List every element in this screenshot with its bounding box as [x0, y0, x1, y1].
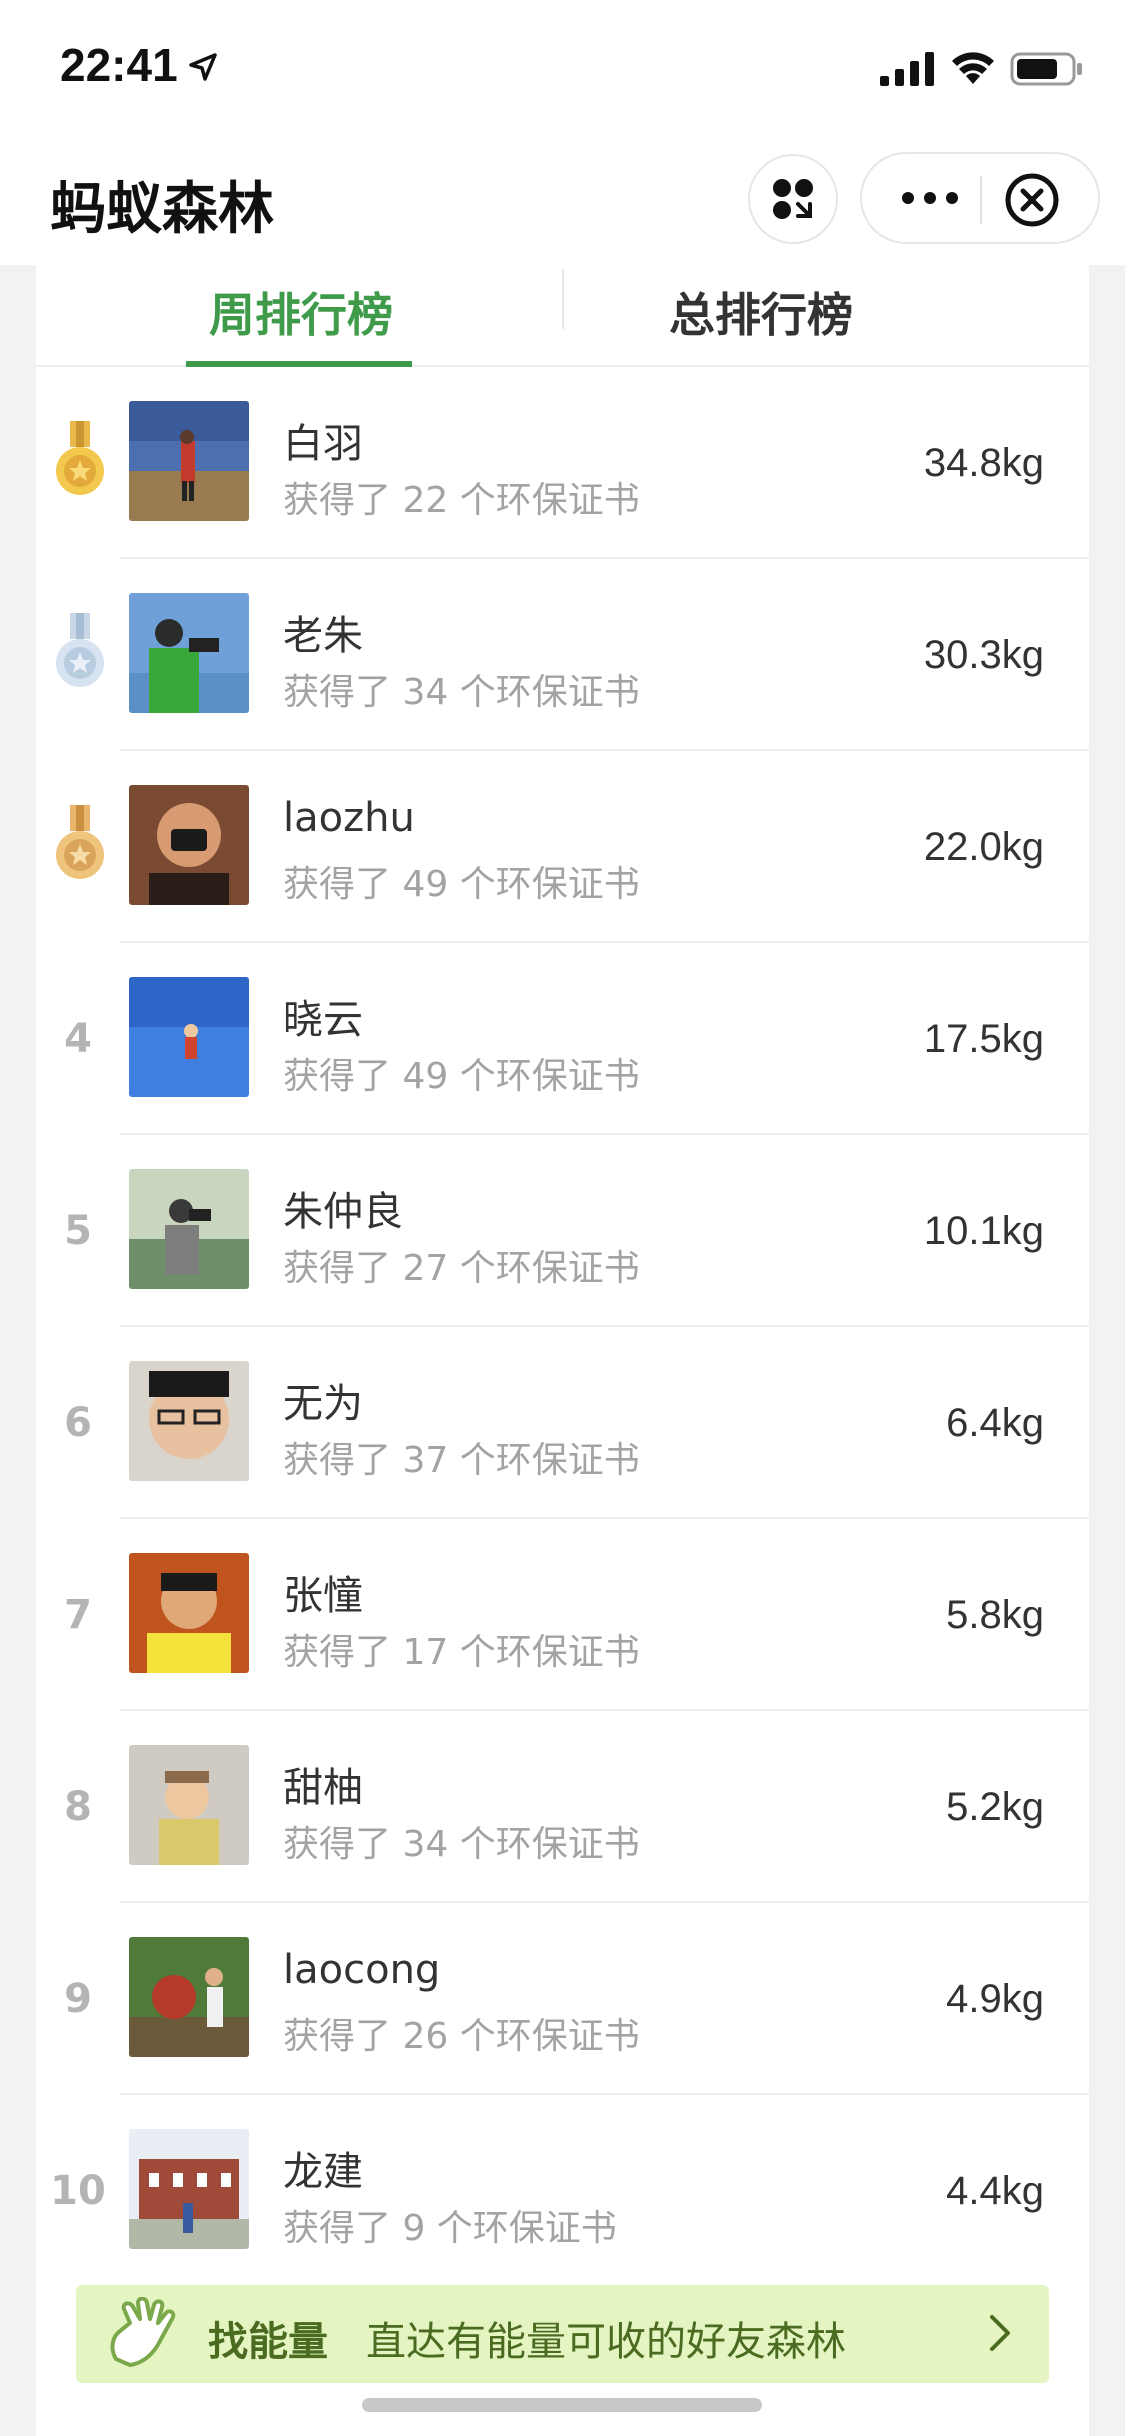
- friend-name: 张憧: [283, 1573, 363, 1619]
- friend-name: 老朱: [283, 613, 363, 659]
- friend-name: 龙建: [283, 2149, 363, 2195]
- certificate-count: 获得了 49 个环保证书: [283, 864, 640, 905]
- capsule-divider: [980, 176, 982, 224]
- certificate-count: 获得了 9 个环保证书: [283, 2208, 617, 2249]
- certificate-count: 获得了 34 个环保证书: [283, 672, 640, 713]
- certificate-count: 获得了 34 个环保证书: [283, 1824, 640, 1865]
- tab-bar: 周排行榜 总排行榜: [36, 265, 1089, 367]
- avatar: [129, 2129, 249, 2249]
- tab-total-ranking[interactable]: 总排行榜: [596, 265, 926, 365]
- wifi-icon: [952, 52, 994, 84]
- energy-weight: 30.3kg: [923, 633, 1044, 677]
- ranking-list: 白羽 获得了 22 个环保证书 34.8kg 老朱 获得了 34 个环保证书 3…: [36, 367, 1089, 2287]
- home-indicator[interactable]: [362, 2398, 762, 2412]
- energy-weight: 4.9kg: [946, 1977, 1044, 2021]
- energy-weight: 5.2kg: [946, 1785, 1044, 1829]
- rank-number: 7: [64, 1592, 92, 1638]
- signal-icon: [880, 52, 934, 86]
- energy-weight: 22.0kg: [923, 825, 1044, 869]
- find-energy-banner[interactable]: 找能量 直达有能量可收的好友森林: [76, 2285, 1049, 2383]
- rank-number: 10: [50, 2168, 106, 2214]
- friend-name: 无为: [283, 1381, 363, 1427]
- certificate-count: 获得了 37 个环保证书: [283, 1440, 640, 1481]
- rank-number: 8: [64, 1784, 92, 1830]
- energy-weight: 10.1kg: [923, 1209, 1044, 1253]
- hand-icon: [110, 2297, 176, 2367]
- close-icon[interactable]: [1004, 172, 1060, 228]
- silver-medal-icon: [56, 613, 104, 687]
- tab-divider: [562, 269, 564, 329]
- share-icon: [773, 179, 813, 219]
- energy-weight: 17.5kg: [923, 1017, 1044, 1061]
- avatar: [129, 1745, 249, 1865]
- share-button[interactable]: [748, 154, 838, 244]
- avatar: [129, 593, 249, 713]
- avatar: [129, 401, 249, 521]
- ranking-row[interactable]: 4 晓云 获得了 49 个环保证书 17.5kg: [36, 943, 1089, 1135]
- certificate-count: 获得了 27 个环保证书: [283, 1248, 640, 1289]
- avatar: [129, 1553, 249, 1673]
- banner-title: 找能量: [208, 2319, 328, 2365]
- rank-number: 6: [64, 1400, 92, 1446]
- nav-bar: 蚂蚁森林: [0, 140, 1125, 265]
- ranking-row[interactable]: 老朱 获得了 34 个环保证书 30.3kg: [36, 559, 1089, 751]
- energy-weight: 6.4kg: [946, 1401, 1044, 1445]
- page-title: 蚂蚁森林: [50, 177, 274, 242]
- ranking-card: 周排行榜 总排行榜 白羽 获得了 22 个环保证书 34.8kg 老朱 获得了 …: [36, 265, 1089, 2436]
- rank-number: 9: [64, 1976, 92, 2022]
- certificate-count: 获得了 26 个环保证书: [283, 2016, 640, 2057]
- rank-number: 4: [64, 1016, 92, 1062]
- battery-icon: [1010, 52, 1082, 86]
- chevron-right-icon: [990, 2315, 1010, 2351]
- avatar: [129, 1361, 249, 1481]
- friend-name: laozhu: [283, 795, 415, 841]
- location-arrow-icon: [189, 53, 217, 81]
- capsule-menu: [860, 152, 1100, 244]
- certificate-count: 获得了 22 个环保证书: [283, 480, 640, 521]
- friend-name: 晓云: [283, 997, 363, 1043]
- certificate-count: 获得了 49 个环保证书: [283, 1056, 640, 1097]
- ranking-row[interactable]: 10 龙建 获得了 9 个环保证书 4.4kg: [36, 2095, 1089, 2287]
- friend-name: laocong: [283, 1947, 441, 1993]
- banner-description: 直达有能量可收的好友森林: [366, 2319, 846, 2365]
- avatar: [129, 785, 249, 905]
- ranking-row[interactable]: laozhu 获得了 49 个环保证书 22.0kg: [36, 751, 1089, 943]
- more-icon[interactable]: [900, 190, 960, 206]
- ranking-row[interactable]: 8 甜柚 获得了 34 个环保证书 5.2kg: [36, 1711, 1089, 1903]
- ranking-row[interactable]: 白羽 获得了 22 个环保证书 34.8kg: [36, 367, 1089, 559]
- rank-number: 5: [64, 1208, 92, 1254]
- energy-weight: 5.8kg: [946, 1593, 1044, 1637]
- friend-name: 甜柚: [283, 1765, 363, 1811]
- status-time: 22:41: [60, 39, 178, 91]
- ranking-row[interactable]: 5 朱仲良 获得了 27 个环保证书 10.1kg: [36, 1135, 1089, 1327]
- avatar: [129, 1169, 249, 1289]
- energy-weight: 4.4kg: [946, 2169, 1044, 2213]
- ranking-row[interactable]: 7 张憧 获得了 17 个环保证书 5.8kg: [36, 1519, 1089, 1711]
- friend-name: 朱仲良: [283, 1189, 403, 1235]
- ranking-row[interactable]: 6 无为 获得了 37 个环保证书 6.4kg: [36, 1327, 1089, 1519]
- certificate-count: 获得了 17 个环保证书: [283, 1632, 640, 1673]
- energy-weight: 34.8kg: [923, 441, 1044, 485]
- tab-weekly-ranking[interactable]: 周排行榜: [186, 265, 416, 365]
- bronze-medal-icon: [56, 805, 104, 879]
- status-bar: 22:41: [0, 0, 1125, 140]
- avatar: [129, 1937, 249, 2057]
- friend-name: 白羽: [283, 421, 363, 467]
- gold-medal-icon: [56, 421, 104, 495]
- avatar: [129, 977, 249, 1097]
- ranking-row[interactable]: 9 laocong 获得了 26 个环保证书 4.9kg: [36, 1903, 1089, 2095]
